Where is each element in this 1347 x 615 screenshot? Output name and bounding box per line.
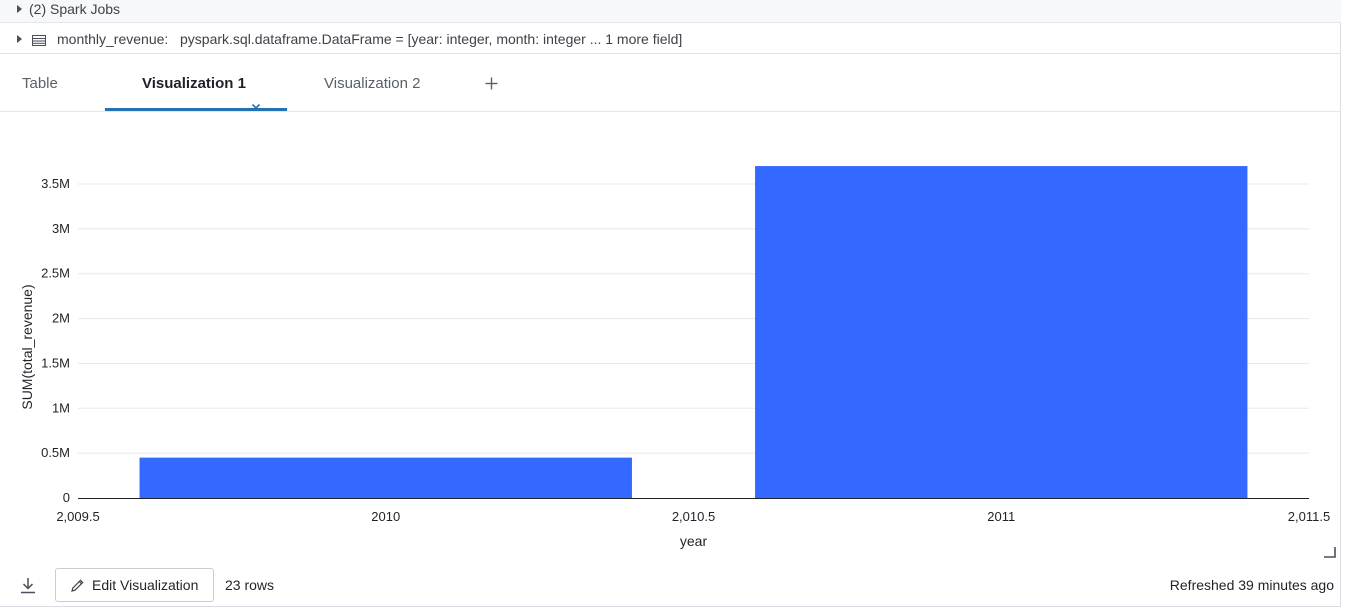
plus-icon[interactable] <box>485 77 498 95</box>
tab-label: Visualization 1 <box>142 75 246 92</box>
x-tick-label: 2010 <box>371 509 400 524</box>
download-icon[interactable] <box>20 577 36 599</box>
y-tick-label: 1.5M <box>41 355 70 370</box>
refreshed-status: Refreshed 39 minutes ago <box>1169 577 1334 593</box>
expand-caret-icon[interactable] <box>17 35 22 43</box>
bar[interactable] <box>139 457 632 498</box>
dataframe-name: monthly_revenue: <box>57 31 169 47</box>
tab-visualization-2[interactable]: Visualization 2 <box>324 55 420 112</box>
y-tick-label: 3M <box>52 221 70 236</box>
y-tick-label: 0 <box>63 490 70 505</box>
x-tick-label: 2,010.5 <box>672 509 715 524</box>
y-axis-title: SUM(total_revenue) <box>19 284 35 409</box>
spark-jobs-row[interactable]: (2) Spark Jobs <box>0 0 1341 23</box>
edit-visualization-label: Edit Visualization <box>92 577 199 593</box>
y-tick-label: 3.5M <box>41 176 70 191</box>
y-tick-label: 2M <box>52 311 70 326</box>
y-tick-label: 0.5M <box>41 445 70 460</box>
active-tab-indicator <box>105 108 287 111</box>
dataframe-schema: pyspark.sql.dataframe.DataFrame = [year:… <box>180 31 683 47</box>
tab-table[interactable]: Table <box>22 55 58 112</box>
y-tick-label: 1M <box>52 400 70 415</box>
dataframe-row[interactable]: monthly_revenue: pyspark.sql.dataframe.D… <box>0 24 1341 54</box>
x-tick-label: 2011 <box>987 509 1015 524</box>
row-count: 23 rows <box>225 577 275 593</box>
table-icon <box>32 33 46 51</box>
x-tick-label: 2,011.5 <box>1288 509 1330 524</box>
bar[interactable] <box>755 166 1248 499</box>
tab-visualization-1[interactable]: Visualization 1 <box>142 55 261 112</box>
expand-caret-icon[interactable] <box>17 5 22 13</box>
edit-visualization-button[interactable]: Edit Visualization <box>55 568 214 602</box>
tab-label: Table <box>22 75 58 92</box>
tab-label: Visualization 2 <box>324 75 421 92</box>
y-tick-label: 2.5M <box>41 266 70 281</box>
bar-chart[interactable]: 0 0.5M 1M 1.5M 2M 2.5M 3M 3.5M 2,009.5 2010 2,010.… <box>0 112 1341 558</box>
visualization-tabs: Table Visualization 1 Visualization 2 <box>0 55 1341 112</box>
x-axis-title: year <box>680 533 708 549</box>
spark-jobs-label[interactable]: (2) Spark Jobs <box>29 1 120 17</box>
x-tick-label: 2,009.5 <box>56 509 99 524</box>
resize-handle-icon[interactable] <box>1323 545 1337 563</box>
pencil-icon <box>70 578 85 598</box>
